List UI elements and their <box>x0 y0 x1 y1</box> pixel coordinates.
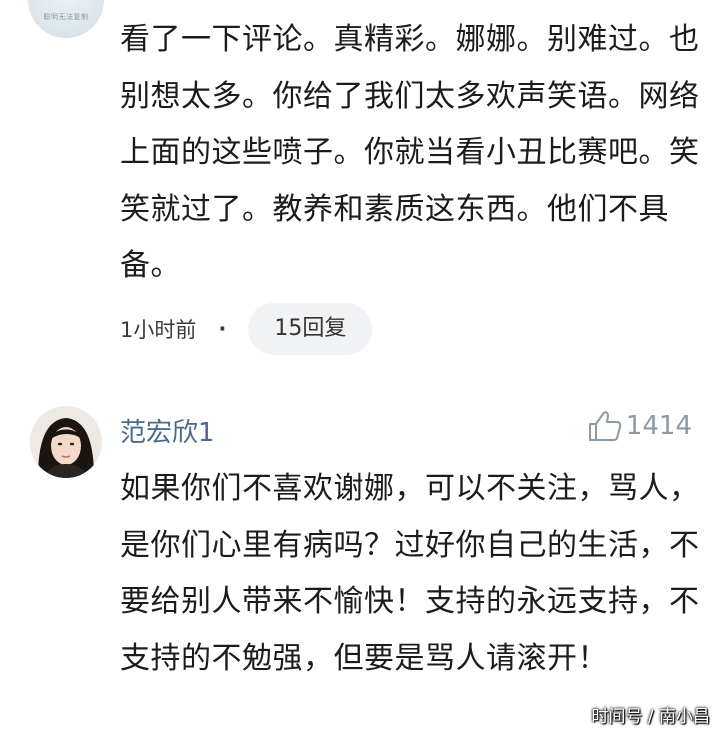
comment-text: 如果你们不喜欢谢娜，可以不关注，骂人，是你们心里有病吗？过好你自己的生活，不要给… <box>120 471 700 676</box>
avatar[interactable]: 聪明无法复制 <box>28 0 104 38</box>
like-button[interactable]: 1414 <box>588 410 692 442</box>
watermark: 时间号 / 南小昌 <box>591 707 710 727</box>
avatar[interactable] <box>30 406 102 478</box>
comment-meta: 1小时前 · 15回复 <box>120 303 373 355</box>
comment-text: 看了一下评论。真精彩。娜娜。别难过。也别想太多。你给了我们太多欢声笑语。网络上面… <box>120 22 700 283</box>
comment-time: 1小时前 <box>120 318 197 342</box>
meta-separator: · <box>218 317 227 341</box>
like-count: 1414 <box>625 411 692 441</box>
user-avatar-image <box>30 406 102 478</box>
thumbs-up-icon <box>588 411 622 441</box>
username-link[interactable]: 范宏欣1 <box>120 412 215 449</box>
reply-count-button[interactable]: 15回复 <box>248 303 373 355</box>
avatar-caption: 聪明无法复制 <box>43 13 89 21</box>
